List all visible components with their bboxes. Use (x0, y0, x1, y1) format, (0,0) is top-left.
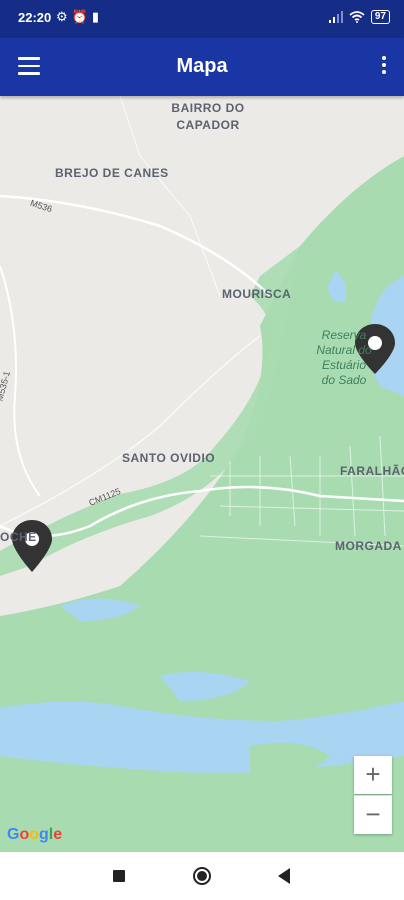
place-label-faralhao: FARALHÃO (340, 464, 404, 478)
place-label-morgada: MORGADA (335, 539, 402, 553)
place-label-west: OCHE (0, 530, 37, 544)
status-bar: 22:20 ⚙⏰▮ 97 (0, 0, 404, 38)
settings-icon: ⚙ (56, 9, 72, 24)
app-bar: Mapa (0, 38, 404, 96)
back-button[interactable] (278, 868, 290, 884)
page-title: Mapa (176, 55, 228, 77)
alarm-icon: ⏰ (71, 9, 92, 24)
home-button[interactable] (193, 867, 211, 885)
more-options-icon[interactable] (380, 56, 388, 80)
zoom-out-button[interactable]: − (354, 795, 392, 834)
map-view[interactable]: BAIRRO DO CAPADOR BREJO DE CANES MOURISC… (0, 96, 404, 852)
status-time: 22:20 (18, 10, 52, 25)
reserve-label: Reserva Natural do Estuário do Sado (316, 328, 372, 387)
recents-button[interactable] (113, 870, 125, 882)
zoom-in-button[interactable]: + (354, 756, 392, 794)
wifi-icon (349, 11, 365, 23)
place-label-bairro: BAIRRO DO CAPADOR (171, 101, 245, 132)
notification-icons: ⚙⏰▮ (56, 9, 103, 25)
google-logo: Google (7, 826, 63, 843)
place-label-mourisca: MOURISCA (222, 287, 292, 301)
place-label-santo-ovidio: SANTO OVIDIO (122, 451, 216, 465)
battery-icon: 97 (370, 10, 390, 24)
sim-icon: ▮ (91, 9, 103, 24)
signal-icon (328, 11, 343, 23)
status-right: 97 (328, 10, 390, 24)
place-label-brejo: BREJO DE CANES (55, 166, 169, 180)
system-nav-bar (0, 852, 404, 900)
